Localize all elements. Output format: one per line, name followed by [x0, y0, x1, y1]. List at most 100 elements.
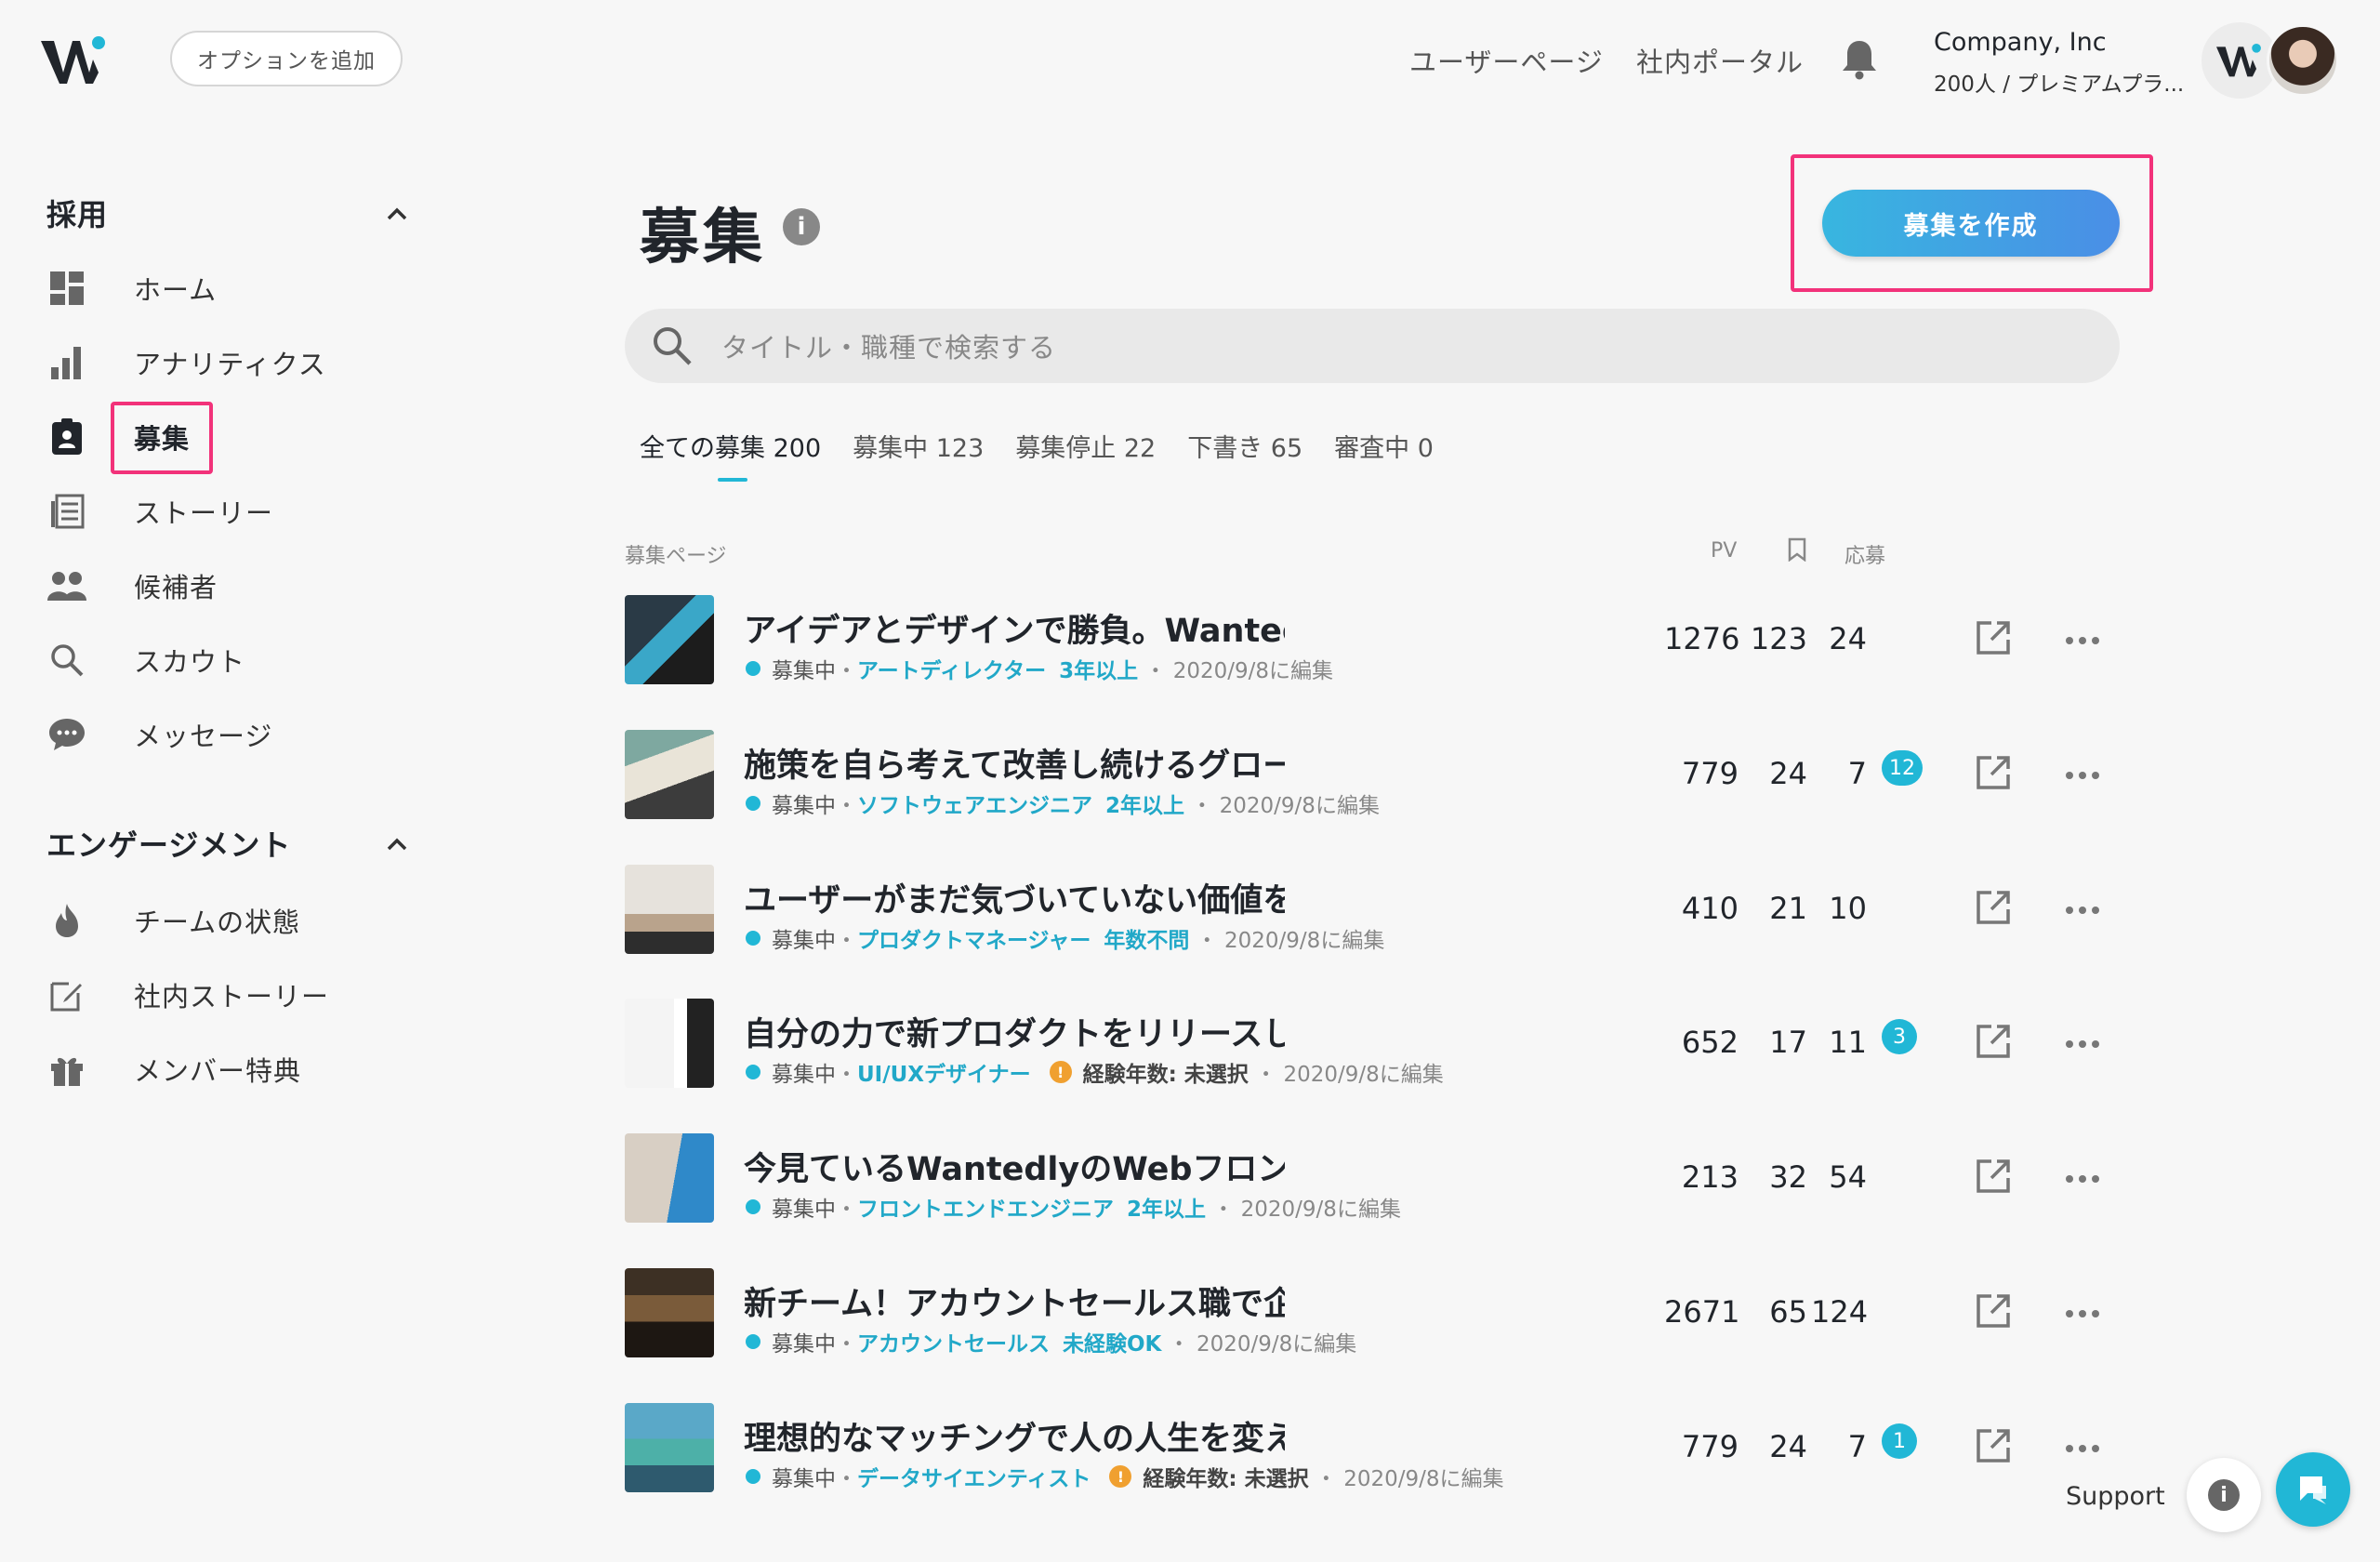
- sidebar-item-jobs[interactable]: 募集: [46, 409, 437, 465]
- company-name: Company, Inc: [1934, 28, 2107, 57]
- job-role-link[interactable]: プロダクトマネージャー: [857, 922, 1091, 954]
- wantedly-logo[interactable]: [41, 35, 108, 86]
- sidebar-item-analytics[interactable]: アナリティクス: [46, 335, 437, 390]
- meta-separator: ・: [1189, 929, 1225, 953]
- job-role-link[interactable]: UI/UXデザイナー: [857, 1056, 1031, 1088]
- job-title[interactable]: 理想的なマッチングで人の人生を変えたいデータサイエンテ...: [744, 1412, 1285, 1460]
- more-options-icon[interactable]: [2064, 621, 2101, 655]
- job-title[interactable]: 施策を自ら考えて改善し続けるグロースエンジニアWanted: [744, 739, 1285, 787]
- job-thumbnail[interactable]: [625, 1133, 714, 1223]
- external-link-icon[interactable]: [1975, 1158, 2012, 1195]
- more-options-icon[interactable]: [2064, 891, 2101, 924]
- job-title[interactable]: 今見ているWantedlyのWebフロントエンドをもっと良くしませんか: [744, 1143, 1285, 1190]
- external-link-icon[interactable]: [1975, 619, 2012, 656]
- sidebar-item-scout[interactable]: スカウト: [46, 632, 437, 688]
- bell-icon[interactable]: [1841, 39, 1878, 80]
- search-icon: [46, 640, 87, 681]
- company-info[interactable]: Company, Inc 200人 / プレミアムプラ...: [1934, 28, 2203, 98]
- job-thumbnail[interactable]: [625, 865, 714, 954]
- job-title[interactable]: 新チーム！アカウントセールス職で企業の採用課題を解決しませんか: [744, 1277, 1285, 1325]
- portal-link[interactable]: 社内ポータル: [1636, 41, 1804, 80]
- apply-count: 124: [1811, 1294, 1869, 1330]
- sidebar-item-label: 候補者: [134, 572, 218, 603]
- account-avatar[interactable]: [2202, 22, 2341, 99]
- job-status: 募集中: [772, 929, 836, 953]
- job-role-link[interactable]: アートディレクター: [857, 653, 1046, 684]
- job-role-link[interactable]: アカウントセールス: [857, 1326, 1050, 1357]
- job-thumbnail[interactable]: [625, 730, 714, 819]
- more-options-icon[interactable]: [2064, 1294, 2101, 1328]
- more-options-icon[interactable]: [2064, 1025, 2101, 1058]
- job-row[interactable]: 今見ているWantedlyのWebフロントエンドをもっと良くしませんか募集中・フ…: [625, 1133, 2112, 1226]
- sidebar-item-team-status[interactable]: チームの状態: [46, 893, 437, 948]
- help-info-button[interactable]: i: [2187, 1458, 2261, 1532]
- external-link-icon[interactable]: [1975, 1292, 2012, 1330]
- info-icon[interactable]: i: [783, 208, 820, 245]
- job-role-link[interactable]: フロントエンドエンジニア: [857, 1191, 1114, 1223]
- page-title: 募集: [640, 204, 766, 272]
- sidebar-item-message[interactable]: メッセージ: [46, 707, 437, 762]
- sidebar-item-candidates[interactable]: 候補者: [46, 558, 437, 614]
- external-link-icon[interactable]: [1975, 1023, 2012, 1060]
- job-role-link[interactable]: データサイエンティスト: [857, 1461, 1091, 1492]
- job-row[interactable]: 自分の力で新プロダクトをリリースしたいUI/UXデザイナーW 募集中 ・ UI/UXデ…: [625, 999, 2112, 1092]
- tab-all[interactable]: 全ての募集 200: [640, 428, 821, 464]
- job-row[interactable]: 理想的なマッチングで人の人生を変えたいデータサイエンテ...募集中・データサイエ…: [625, 1403, 2112, 1496]
- company-plan: 200人 / プレミアムプラ...: [1934, 73, 2185, 97]
- job-title[interactable]: 自分の力で新プロダクトをリリースしたいUI/UXデザイナーW: [744, 1008, 1285, 1055]
- new-applies-badge[interactable]: 12: [1882, 750, 1923, 786]
- add-option-button[interactable]: オプションを追加: [170, 31, 403, 86]
- external-link-icon[interactable]: [1975, 754, 2012, 791]
- more-options-icon[interactable]: [2064, 1159, 2101, 1193]
- more-options-icon[interactable]: [2064, 1429, 2101, 1463]
- job-row[interactable]: ユーザーがまだ気づいていない価値を生み出すプロダクトマネージャー募集中 ・ プロダク…: [625, 865, 2112, 958]
- bookmark-count: 24: [1769, 1429, 1807, 1464]
- job-meta: 募集中・アカウントセールス 未経験OK ・ 2020/9/8に編集: [746, 1326, 1356, 1357]
- search-bar[interactable]: タイトル・職種で検索する: [625, 309, 2120, 383]
- column-header-pv: PV: [1711, 539, 1738, 563]
- meta-separator: ・: [1206, 1198, 1241, 1222]
- chevron-up-icon[interactable]: [383, 835, 411, 854]
- sidebar-item-home[interactable]: ホーム: [46, 260, 437, 316]
- job-experience[interactable]: 3年以上: [1059, 653, 1138, 684]
- new-applies-badge[interactable]: 3: [1882, 1019, 1917, 1054]
- tab-stopped[interactable]: 募集停止 22: [1015, 428, 1156, 464]
- meta-separator: ・: [1248, 1063, 1284, 1087]
- job-experience[interactable]: 2年以上: [1105, 788, 1184, 819]
- job-thumbnail[interactable]: [625, 1268, 714, 1357]
- job-thumbnail[interactable]: [625, 595, 714, 684]
- dashboard-icon: [46, 268, 87, 309]
- job-thumbnail[interactable]: [625, 1403, 714, 1492]
- external-link-icon[interactable]: [1975, 889, 2012, 926]
- bookmark-count: 21: [1769, 891, 1807, 926]
- pv-count: 410: [1681, 891, 1739, 926]
- search-icon: [651, 324, 694, 367]
- job-title[interactable]: アイデアとデザインで勝負。Wantedyのアートディレクター募集: [744, 604, 1285, 652]
- more-options-icon[interactable]: [2064, 756, 2101, 789]
- job-title[interactable]: ユーザーがまだ気づいていない価値を生み出すプロダクトマネージャー: [744, 874, 1285, 921]
- tab-open[interactable]: 募集中 123: [853, 428, 984, 464]
- job-role-link[interactable]: ソフトウェアエンジニア: [857, 788, 1092, 819]
- external-link-icon[interactable]: [1975, 1427, 2012, 1464]
- new-applies-badge[interactable]: 1: [1882, 1423, 1917, 1459]
- sidebar-item-member-benefits[interactable]: メンバー特典: [46, 1041, 437, 1097]
- sidebar-item-internal-story[interactable]: 社内ストーリー: [46, 967, 437, 1023]
- tab-draft[interactable]: 下書き 65: [1187, 428, 1302, 464]
- user-page-link[interactable]: ユーザーページ: [1409, 41, 1604, 80]
- job-thumbnail[interactable]: [625, 999, 714, 1088]
- support-chat-button[interactable]: [2276, 1452, 2350, 1527]
- chevron-up-icon[interactable]: [383, 205, 411, 223]
- job-experience[interactable]: 年数不問: [1104, 922, 1189, 954]
- status-tabs: 全ての募集 200 募集中 123 募集停止 22 下書き 65 審査中 0: [640, 428, 1465, 464]
- job-row[interactable]: アイデアとデザインで勝負。Wantedyのアートディレクター募集募集中・アートデ…: [625, 595, 2112, 688]
- sidebar-item-story[interactable]: ストーリー: [46, 483, 437, 539]
- job-row[interactable]: 新チーム！アカウントセールス職で企業の採用課題を解決しませんか募集中・アカウント…: [625, 1268, 2112, 1361]
- tab-reviewing[interactable]: 審査中 0: [1334, 428, 1434, 464]
- job-experience[interactable]: 2年以上: [1127, 1191, 1206, 1223]
- job-row[interactable]: 施策を自ら考えて改善し続けるグロースエンジニアWanted募集中・ソフトウェアエ…: [625, 730, 2112, 823]
- job-status: 募集中: [772, 1063, 836, 1087]
- bookmark-count: 24: [1769, 756, 1807, 791]
- job-status: 募集中: [772, 1332, 836, 1357]
- job-experience[interactable]: 未経験OK: [1063, 1326, 1161, 1357]
- sidebar-item-label: アナリティクス: [134, 349, 326, 380]
